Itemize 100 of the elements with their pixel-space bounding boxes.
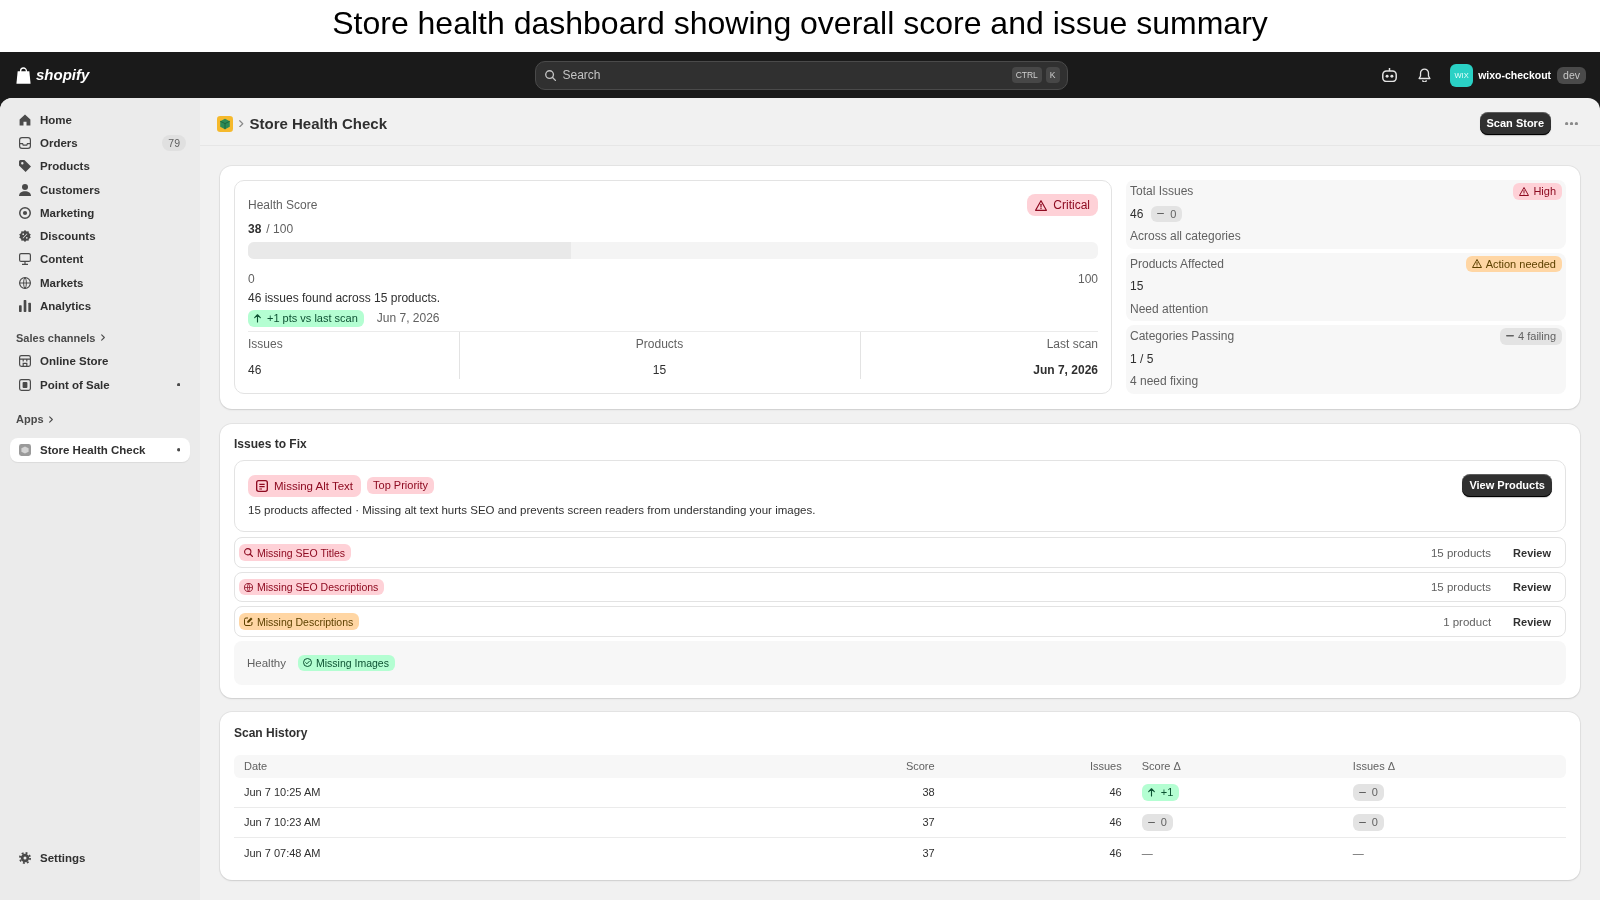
status-label: 4 failing <box>1518 329 1556 345</box>
delta-value: 0 <box>1170 206 1177 222</box>
section-toggle[interactable]: Sales channels <box>10 327 105 348</box>
nav-item[interactable]: Store Health Check <box>10 438 190 462</box>
stat-label: Issues <box>248 335 283 353</box>
score-value: 38 <box>248 220 262 238</box>
store-name[interactable]: wixo-checkout <box>1478 66 1552 84</box>
table-cell-text: 46 <box>1109 845 1122 861</box>
chevron-right-icon <box>100 334 105 342</box>
column-header: Score <box>905 759 935 775</box>
monitor-icon <box>19 253 31 266</box>
tray-icon <box>19 136 31 149</box>
empty-value: — <box>1141 845 1153 861</box>
delta-value: 0 <box>1371 785 1378 801</box>
nav-item[interactable]: Orders 79 <box>10 131 190 155</box>
issue-description: 15 products affected · Missing alt text hurts SEO and prevents screen readers from understanding your images. <box>248 503 817 518</box>
metric-label: Products Affected <box>1130 255 1224 273</box>
section-toggle[interactable]: Apps <box>10 409 53 430</box>
column-header: Score Δ <box>1141 759 1181 775</box>
issue-name: Missing SEO Descriptions <box>257 580 379 596</box>
chevron-right-icon <box>48 415 53 423</box>
nav-item[interactable]: Settings <box>10 846 190 870</box>
nav-item[interactable]: Analytics <box>10 294 190 318</box>
arrow-up-icon <box>254 314 261 323</box>
metric-note: Across all categories <box>1130 228 1241 246</box>
more-icon[interactable] <box>1565 121 1578 126</box>
healthy-label: Healthy <box>247 655 286 671</box>
nav-item[interactable]: Markets <box>10 271 190 295</box>
scan-store-button[interactable]: Scan Store <box>1479 112 1551 135</box>
caption-text: Store health dashboard showing overall score and issue summary <box>332 4 1268 43</box>
status-label: Critical <box>1053 197 1090 214</box>
metric-value: 15 <box>1130 278 1144 296</box>
search-icon <box>244 548 253 558</box>
minus-icon <box>1358 821 1366 824</box>
person-icon <box>19 183 31 196</box>
card-title: Issues to Fix <box>234 436 308 452</box>
stat-label: Last scan <box>1046 335 1098 353</box>
table-cell-text: Jun 7 10:25 AM <box>244 785 321 801</box>
issue-name: Missing SEO Titles <box>257 545 346 561</box>
table-cell-text: 38 <box>922 785 935 801</box>
review-link[interactable]: Review <box>1513 578 1551 597</box>
warning-icon <box>1471 259 1482 269</box>
nav-item[interactable]: Point of Sale <box>10 372 190 397</box>
score-max: / 100 <box>266 220 294 238</box>
stat-label: Products <box>635 335 684 353</box>
table-cell-text: 37 <box>922 815 935 831</box>
product-count: 1 product <box>1443 614 1492 630</box>
page-title: Store Health Check <box>249 113 388 134</box>
metric-value: 46 <box>1130 205 1144 223</box>
check-circle-icon <box>303 658 312 668</box>
chevron-right-icon <box>239 119 244 128</box>
section-label: Health Score <box>248 197 318 214</box>
globe-icon <box>19 276 31 289</box>
table-cell-text: 37 <box>922 845 935 861</box>
device-icon <box>19 378 31 391</box>
column-header: Issues Δ <box>1352 759 1396 775</box>
minus-icon <box>1506 335 1515 338</box>
warning-icon <box>1519 186 1530 196</box>
issue-name: Missing Images <box>316 655 389 671</box>
warning-icon <box>1035 199 1048 211</box>
logo-text: shopify <box>36 66 90 84</box>
empty-value: — <box>1352 845 1364 861</box>
document-icon <box>256 479 268 492</box>
scale-label: 0 <box>248 270 255 288</box>
robot-face-icon[interactable] <box>1382 67 1398 83</box>
scale-label: 100 <box>1077 270 1098 288</box>
storefront-icon <box>19 355 31 368</box>
scan-date: Jun 7, 2026 <box>376 310 440 328</box>
view-products-button[interactable]: View Products <box>1462 474 1552 497</box>
shortcut-key: CTRL <box>1011 67 1042 83</box>
nav-item[interactable]: Online Store <box>10 349 190 373</box>
table-cell-text: 46 <box>1109 785 1122 801</box>
edit-icon <box>244 617 253 627</box>
delta-value: 0 <box>1371 815 1378 831</box>
bell-icon[interactable] <box>1418 67 1432 83</box>
column-header: Date <box>244 759 268 775</box>
nav-item[interactable]: Products <box>10 154 190 178</box>
stat-value: 15 <box>652 362 667 380</box>
delta-value: 0 <box>1160 815 1167 831</box>
nav-item[interactable]: Customers <box>10 177 190 202</box>
delta-value: +1 <box>1160 785 1174 801</box>
nav-item[interactable]: Content <box>10 247 190 272</box>
table-cell-text: 46 <box>1109 815 1122 831</box>
product-count: 15 products <box>1430 545 1492 561</box>
gear-icon <box>19 852 31 865</box>
trend-text: +1 pts vs last scan <box>267 311 358 327</box>
review-link[interactable]: Review <box>1513 543 1551 562</box>
review-link[interactable]: Review <box>1513 612 1551 631</box>
nav-item[interactable]: Marketing <box>10 201 190 225</box>
count-badge: 79 <box>162 134 186 151</box>
globe-icon <box>244 582 253 592</box>
issue-name: Missing Descriptions <box>257 614 354 630</box>
nav-item[interactable]: Home <box>10 108 190 132</box>
metric-value: 1 / 5 <box>1130 350 1154 368</box>
stat-value: Jun 7, 2026 <box>1033 362 1098 380</box>
home-icon <box>19 113 31 126</box>
nav-item[interactable]: Discounts <box>10 224 190 248</box>
bar-chart-icon <box>19 300 31 312</box>
table-cell-text: Jun 7 07:48 AM <box>244 845 321 861</box>
stat-value: 46 <box>248 362 262 380</box>
